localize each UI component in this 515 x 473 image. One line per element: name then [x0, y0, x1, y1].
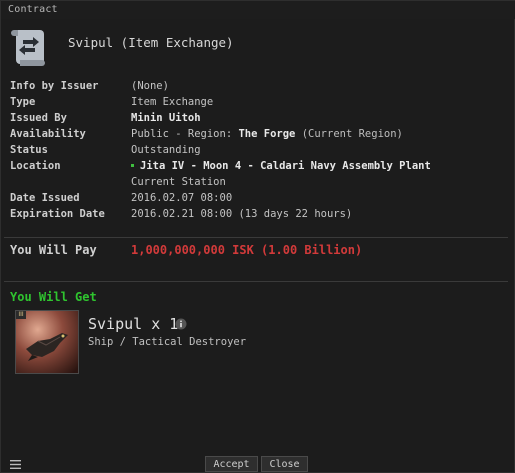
info-row-status: Status Outstanding — [10, 142, 510, 158]
info-icon[interactable] — [175, 318, 187, 330]
tech-level-badge: III — [16, 311, 26, 319]
type-label: Type — [10, 96, 36, 108]
info-row-date-issued: Date Issued 2016.02.07 08:00 — [10, 190, 510, 206]
location-value: Jita IV - Moon 4 - Caldari Navy Assembly… — [131, 158, 431, 174]
contract-window: Contract Svipul (Item Exchange) Info by … — [0, 0, 515, 473]
availability-suffix: (Current Region) — [301, 128, 403, 140]
type-value: Item Exchange — [131, 96, 214, 108]
date-issued-label: Date Issued — [10, 192, 80, 204]
close-button[interactable]: Close — [261, 456, 308, 472]
info-by-issuer-value: (None) — [131, 80, 169, 92]
pay-label: You Will Pay — [10, 243, 97, 257]
availability-prefix: Public - Region: — [131, 128, 233, 140]
info-by-issuer-label: Info by Issuer — [10, 80, 99, 92]
availability-value: Public - Region: The Forge (Current Regi… — [131, 126, 403, 142]
expiration-date-value: 2016.02.21 08:00 (13 days 22 hours) — [131, 208, 353, 220]
info-row-info-by-issuer: Info by Issuer (None) — [10, 78, 510, 94]
info-row-availability: Availability Public - Region: The Forge … — [10, 126, 510, 142]
status-label: Status — [10, 144, 48, 156]
contract-title: Svipul (Item Exchange) — [68, 35, 234, 50]
divider — [4, 281, 508, 282]
contract-scroll-icon — [11, 30, 45, 66]
availability-label: Availability — [10, 128, 86, 140]
window-title: Contract — [8, 4, 58, 15]
contract-info: Info by Issuer (None) Type Item Exchange… — [10, 78, 510, 222]
info-row-location: Location Jita IV - Moon 4 - Caldari Navy… — [10, 158, 510, 174]
info-row-issued-by: Issued By Minin Uitoh — [10, 110, 510, 126]
location-label: Location — [10, 160, 61, 172]
get-label: You Will Get — [10, 290, 97, 304]
location-note: Current Station — [131, 176, 226, 188]
item-thumbnail[interactable]: III — [15, 310, 79, 374]
info-row-expiration: Expiration Date 2016.02.21 08:00 (13 day… — [10, 206, 510, 222]
accept-button[interactable]: Accept — [205, 456, 258, 472]
titlebar[interactable]: Contract — [1, 1, 515, 19]
security-status-icon — [131, 163, 134, 167]
pay-value: 1,000,000,000 ISK (1.00 Billion) — [131, 243, 363, 257]
item-name: Svipul x 1 — [88, 315, 179, 333]
issuer-link[interactable]: Minin Uitoh — [131, 112, 201, 124]
info-row-type: Type Item Exchange — [10, 94, 510, 110]
issued-by-label: Issued By — [10, 112, 67, 124]
info-row-location-note: Current Station — [10, 174, 510, 190]
status-value: Outstanding — [131, 144, 201, 156]
divider — [4, 237, 508, 238]
menu-icon[interactable] — [10, 460, 21, 469]
date-issued-value: 2016.02.07 08:00 — [131, 192, 233, 204]
region-link[interactable]: The Forge — [238, 128, 295, 140]
item-type: Ship / Tactical Destroyer — [88, 336, 247, 348]
svipul-ship-image — [16, 311, 78, 373]
location-link[interactable]: Jita IV - Moon 4 - Caldari Navy Assembly… — [140, 160, 431, 172]
expiration-date-label: Expiration Date — [10, 208, 105, 220]
issued-by-wrap: Minin Uitoh — [131, 110, 201, 126]
